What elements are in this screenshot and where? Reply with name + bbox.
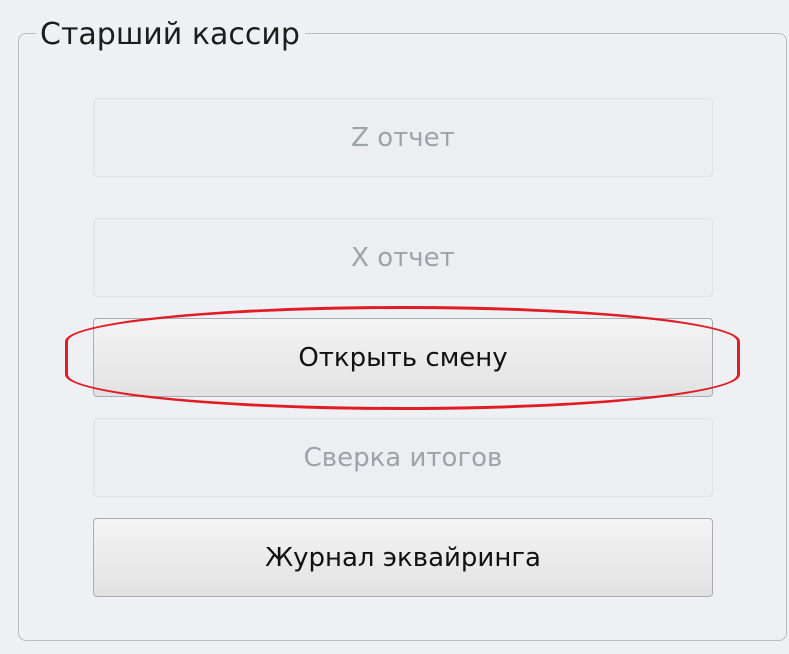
reconcile-totals-button[interactable]: Сверка итогов xyxy=(93,418,713,497)
x-report-button[interactable]: X отчет xyxy=(93,218,713,297)
acquiring-journal-button[interactable]: Журнал эквайринга xyxy=(93,518,713,597)
groupbox-title: Старший кассир xyxy=(36,18,305,52)
open-shift-button[interactable]: Открыть смену xyxy=(93,318,713,397)
z-report-button[interactable]: Z отчет xyxy=(93,98,713,177)
